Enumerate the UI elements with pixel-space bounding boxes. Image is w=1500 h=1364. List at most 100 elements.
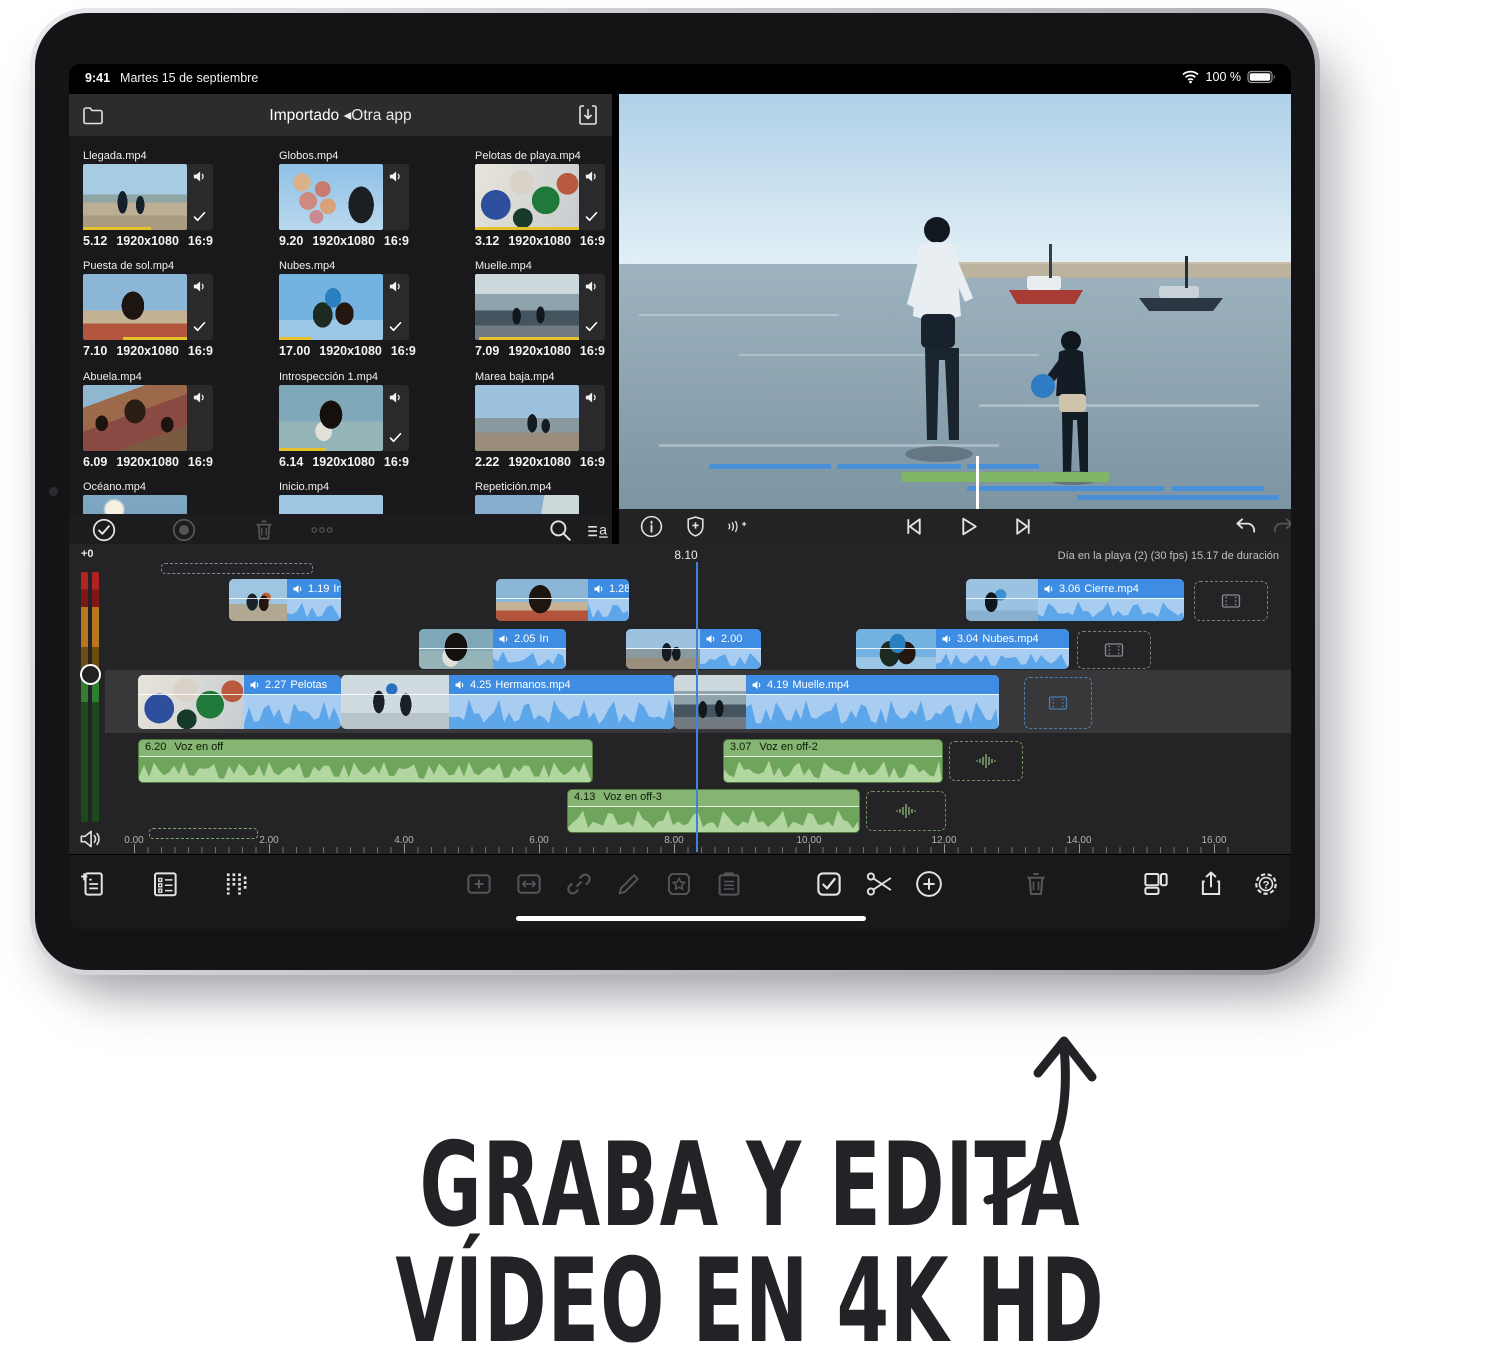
library-source: ◂Otra app <box>344 107 412 124</box>
playhead[interactable] <box>696 562 698 852</box>
trash-button[interactable] <box>251 517 277 543</box>
usage-indicator <box>83 227 151 230</box>
play-button[interactable] <box>956 514 981 539</box>
library-title[interactable]: Importado ◂Otra app <box>69 106 612 125</box>
media-clip-meta: 7.091920x108016:9 <box>475 344 605 358</box>
wave-plus-button[interactable] <box>725 514 750 539</box>
check-circle-button[interactable] <box>91 517 117 543</box>
media-clip-thumbnail[interactable] <box>83 385 187 451</box>
frame-plus-button[interactable] <box>464 869 494 899</box>
vwave-icon <box>894 799 918 823</box>
preview-panel <box>619 94 1291 544</box>
timeline-clip[interactable]: 1.19Inicio <box>229 579 341 621</box>
home-indicator[interactable] <box>516 916 866 921</box>
caption-line-2: VÍDEO EN 4K HD <box>105 1242 1395 1361</box>
media-clip[interactable]: Globos.mp49.201920x108016:9 <box>279 150 409 250</box>
link-button[interactable] <box>564 869 594 899</box>
media-clip-name: Marea baja.mp4 <box>475 371 555 383</box>
dots-button[interactable] <box>309 517 335 543</box>
media-clip-name: Pelotas de playa.mp4 <box>475 150 581 162</box>
clip-drop-placeholder[interactable] <box>949 741 1023 781</box>
media-clip-thumbnail[interactable] <box>279 385 383 451</box>
ipad-screen: 9:41Martes 15 de septiembre 100 % Import… <box>69 64 1291 929</box>
clip-thumbnail <box>229 579 287 621</box>
search-button[interactable] <box>547 517 573 543</box>
clip-drop-placeholder[interactable] <box>1024 677 1092 729</box>
media-clip-thumbnail[interactable] <box>475 164 579 230</box>
checkbox-button[interactable] <box>814 869 844 899</box>
timeline-clip[interactable]: 1.28 <box>496 579 629 621</box>
media-clip[interactable]: Puesta de sol.mp47.101920x108016:9 <box>83 260 213 360</box>
media-clip[interactable]: Muelle.mp47.091920x108016:9 <box>475 260 605 360</box>
clip-drop-placeholder[interactable] <box>866 791 946 831</box>
info-button[interactable] <box>639 514 664 539</box>
clip-body: 2.00 <box>700 629 761 669</box>
gear-q-button[interactable]: ? <box>1251 869 1281 899</box>
overview-bar <box>967 486 1164 491</box>
media-clip-thumbnail[interactable] <box>83 274 187 340</box>
shield-plus-button[interactable] <box>683 514 708 539</box>
media-clip-thumbnail[interactable] <box>475 385 579 451</box>
trash-button[interactable] <box>1021 869 1051 899</box>
prev-button[interactable] <box>901 514 926 539</box>
doc-plus-button[interactable] <box>78 869 108 899</box>
clip-waveform <box>568 806 859 832</box>
media-clip-name: Nubes.mp4 <box>279 260 335 272</box>
voiceover-clip[interactable]: 3.07Voz en off-2 <box>723 739 943 783</box>
check-icon <box>584 319 599 334</box>
clip-drop-placeholder[interactable] <box>1194 581 1268 621</box>
media-clip[interactable]: Pelotas de playa.mp43.121920x108016:9 <box>475 150 605 250</box>
record-button[interactable] <box>171 517 197 543</box>
gain-knob[interactable] <box>80 664 101 685</box>
usage-indicator <box>123 337 187 340</box>
layout-button[interactable] <box>1141 869 1171 899</box>
vwave-icon <box>974 749 998 773</box>
timeline-clip[interactable]: 2.00 <box>626 629 761 669</box>
clipboard-button[interactable] <box>714 869 744 899</box>
clip-thumbnail <box>966 579 1038 621</box>
speaker-icon <box>584 279 599 294</box>
storyboard-button[interactable] <box>150 869 180 899</box>
tracks-button[interactable] <box>222 869 252 899</box>
pencil-button[interactable] <box>614 869 644 899</box>
timeline-clip[interactable]: 2.27Pelotas <box>138 675 341 729</box>
media-clip-thumbnail[interactable] <box>279 164 383 230</box>
media-clip[interactable]: Llegada.mp45.121920x108016:9 <box>83 150 213 250</box>
media-clip-thumbnail[interactable] <box>279 274 383 340</box>
import-icon[interactable] <box>576 103 600 127</box>
speaker-icon <box>705 633 717 645</box>
scissors-button[interactable] <box>864 869 894 899</box>
media-clip[interactable]: Marea baja.mp42.221920x108016:9 <box>475 371 605 471</box>
media-clip-name: Globos.mp4 <box>279 150 338 162</box>
timeline-clip[interactable]: 2.05In <box>419 629 566 669</box>
voiceover-clip[interactable]: 6.20Voz en off <box>138 739 593 783</box>
check-icon <box>388 319 403 334</box>
timeline-clip[interactable]: 3.06Cierre.mp4 <box>966 579 1184 621</box>
clip-waveform <box>936 648 1069 669</box>
media-clip-thumbnail[interactable] <box>475 274 579 340</box>
caption-line-1: GRABA Y EDITA <box>105 1126 1395 1245</box>
next-button[interactable] <box>1011 514 1036 539</box>
preview-video[interactable] <box>619 94 1291 509</box>
undo-button[interactable] <box>1233 514 1258 539</box>
plus-circle-button[interactable] <box>914 869 944 899</box>
media-clip[interactable]: Abuela.mp46.091920x108016:9 <box>83 371 213 471</box>
speaker-icon <box>584 390 599 405</box>
overview-playhead[interactable] <box>976 456 979 510</box>
media-clip-thumbnail[interactable] <box>83 164 187 230</box>
media-clip[interactable]: Nubes.mp417.001920x108016:9 <box>279 260 409 360</box>
frame-wave-button[interactable] <box>514 869 544 899</box>
share-button[interactable] <box>1196 869 1226 899</box>
star-frame-button[interactable] <box>664 869 694 899</box>
clip-thumbnail <box>496 579 588 621</box>
clip-drop-placeholder[interactable] <box>1077 631 1151 669</box>
sort-button[interactable]: a <box>585 517 611 543</box>
timeline-clip[interactable]: 3.04Nubes.mp4 <box>856 629 1069 669</box>
marketing-image: 9:41Martes 15 de septiembre 100 % Import… <box>0 0 1500 1364</box>
media-clip[interactable]: Introspección 1.mp46.141920x108016:9 <box>279 371 409 471</box>
voiceover-clip[interactable]: 4.13Voz en off-3 <box>567 789 860 833</box>
timeline-clip[interactable]: 4.25Hermanos.mp4 <box>341 675 674 729</box>
usage-indicator <box>479 337 579 340</box>
redo-button[interactable] <box>1271 514 1291 539</box>
timeline-clip[interactable]: 4.19Muelle.mp4 <box>674 675 999 729</box>
